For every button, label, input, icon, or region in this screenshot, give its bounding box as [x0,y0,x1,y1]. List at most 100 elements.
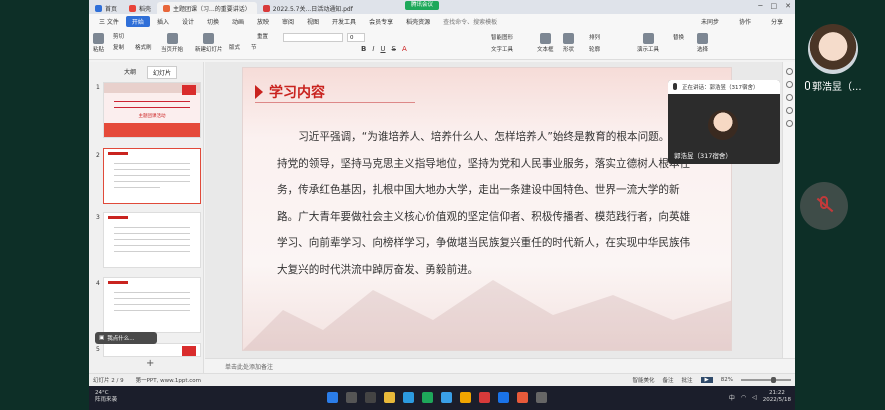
outline-button[interactable]: 轮廓 [589,45,600,53]
search-command[interactable]: 查找命令、搜索模板 [437,17,503,26]
start-icon[interactable] [327,392,338,403]
menu-file[interactable]: 三 文件 [93,17,125,26]
input-language[interactable]: 中 [729,393,735,402]
wifi-icon[interactable]: ◠ [741,394,746,401]
shape-icon [563,33,574,44]
strikethrough-icon[interactable]: S [392,45,396,53]
smart-beautify-button[interactable]: 智能美化 [632,376,654,384]
menu-start[interactable]: 开始 [125,16,150,27]
play-slideshow-icon[interactable]: ▶ [700,377,713,383]
maximize-icon[interactable]: □ [771,2,778,10]
side-tool-icon[interactable] [785,120,793,127]
italic-icon[interactable]: I [372,45,374,53]
play-from-current-button[interactable]: 当页开始 [161,33,183,53]
chrome-icon[interactable] [460,392,471,403]
arrange-button[interactable]: 排列 [589,33,600,41]
tab-ppt-document[interactable]: 主题团课（习...的重要讲话） [157,2,257,14]
slide-thumbnail-5[interactable] [103,343,201,357]
tab-home[interactable]: 首页 [89,2,123,14]
side-tool-icon[interactable] [785,81,793,88]
tab-slides[interactable]: 幻灯片 [147,66,178,79]
cut-button[interactable]: 剪切 [113,32,124,40]
share-button[interactable]: 分享 [765,17,789,26]
menu-docer-res[interactable]: 稻壳资源 [400,17,436,26]
wechat-icon[interactable] [422,392,433,403]
tab-outline[interactable]: 大纲 [119,66,141,79]
menu-view[interactable]: 视图 [301,17,325,26]
side-tool-icon[interactable] [785,107,793,114]
edge-icon[interactable] [403,392,414,403]
slide-thumbnail-2-selected[interactable] [103,148,201,204]
self-avatar[interactable] [808,24,858,74]
thumb-line [114,101,190,102]
format-painter-button[interactable]: 格式刷 [135,43,152,51]
font-color-icon[interactable]: A [402,45,407,53]
menu-review[interactable]: 审阅 [276,17,300,26]
volume-icon[interactable]: ◁ [752,394,757,401]
menu-bar: 三 文件 开始 插入 设计 切换 动画 放映 审阅 视图 开发工具 会员专享 稻… [89,14,795,29]
zoom-handle[interactable] [771,377,776,383]
underline-icon[interactable]: U [380,45,385,53]
thumb-line [114,310,190,311]
reset-button[interactable]: 重置 [257,32,268,40]
new-slide-icon [203,33,215,44]
smartart-button[interactable]: 智能图形 [491,33,513,41]
menu-member[interactable]: 会员专享 [363,17,399,26]
paste-button[interactable]: 粘贴 [93,33,104,53]
tab-pdf-document[interactable]: 2022.5.7关...日活动通知.pdf [257,2,359,14]
shape-button[interactable]: 形状 [563,33,574,53]
thumb-line [114,251,190,252]
layout-button[interactable]: 版式 [229,43,240,51]
zoom-slider[interactable] [741,377,791,383]
menu-devtools[interactable]: 开发工具 [326,17,362,26]
close-icon[interactable]: ✕ [785,2,791,10]
search-icon[interactable] [346,392,357,403]
wps-icon[interactable] [479,392,490,403]
select-button[interactable]: 选择 [697,33,708,53]
presenter-tools-button[interactable]: 演示工具 [637,33,659,53]
menu-insert[interactable]: 插入 [151,17,175,26]
menu-transition[interactable]: 切换 [201,17,225,26]
ppt-icon[interactable] [517,392,528,403]
notes-toggle[interactable]: 备注 [663,376,674,384]
side-tool-icon[interactable] [785,94,793,101]
slide-canvas[interactable]: 学习内容 习近平强调，“为谁培养人、培养什么人、怎样培养人”始终是教育的根本问题… [242,67,732,351]
right-side-toolbar [782,62,795,358]
text-tools-button[interactable]: 文字工具 [491,45,513,53]
task-view-icon[interactable] [365,392,376,403]
file-explorer-icon[interactable] [384,392,395,403]
notes-area[interactable]: 单击此处添加备注 [205,358,795,372]
new-slide-button[interactable]: 新建幻灯片 [195,33,223,53]
meeting-icon[interactable] [498,392,509,403]
zoom-level[interactable]: 82% [721,377,733,383]
weather-widget[interactable]: 24°C 阵雨来袭 [95,390,117,404]
menu-slideshow[interactable]: 放映 [251,17,275,26]
mute-button[interactable] [800,182,848,230]
meeting-speaker-panel[interactable]: 正在讲话：郭浩昱（317宿舍） 郭浩昱（317宿舍） [668,80,780,164]
bold-icon[interactable]: B [361,45,366,53]
slide-thumbnail-3[interactable] [103,212,201,268]
app-icon[interactable] [536,392,547,403]
slide-thumbnail-1[interactable]: 主题团课活动 [103,82,201,138]
menu-design[interactable]: 设计 [176,17,200,26]
slide-body-text[interactable]: 习近平强调，“为谁培养人、培养什么人、怎样培养人”始终是教育的根本问题。要坚持党… [277,124,697,283]
comments-toggle[interactable]: 批注 [682,376,693,384]
sync-status[interactable]: 未同步 [695,17,725,26]
font-family-select[interactable] [283,33,343,42]
collab-button[interactable]: 协作 [733,17,757,26]
add-slide-icon[interactable]: + [146,358,154,369]
side-tool-icon[interactable] [785,68,793,75]
slide-thumbnail-4[interactable] [103,277,201,333]
textbox-button[interactable]: 文本框 [537,33,554,53]
font-size-select[interactable]: 0 [347,33,365,42]
clock[interactable]: 21:22 2022/5/18 [763,390,791,404]
section-button[interactable]: 节 [251,43,257,51]
menu-animation[interactable]: 动画 [226,17,250,26]
screen-share-badge[interactable]: 腾讯会议 [405,1,440,10]
replace-button[interactable]: 替换 [673,33,684,41]
comment-pill[interactable]: ▣ 我点什么... [95,332,157,344]
qq-icon[interactable] [441,392,452,403]
tab-docer[interactable]: 稻壳 [123,2,157,14]
copy-button[interactable]: 复制 [113,43,124,51]
minimize-icon[interactable]: ─ [758,2,762,10]
